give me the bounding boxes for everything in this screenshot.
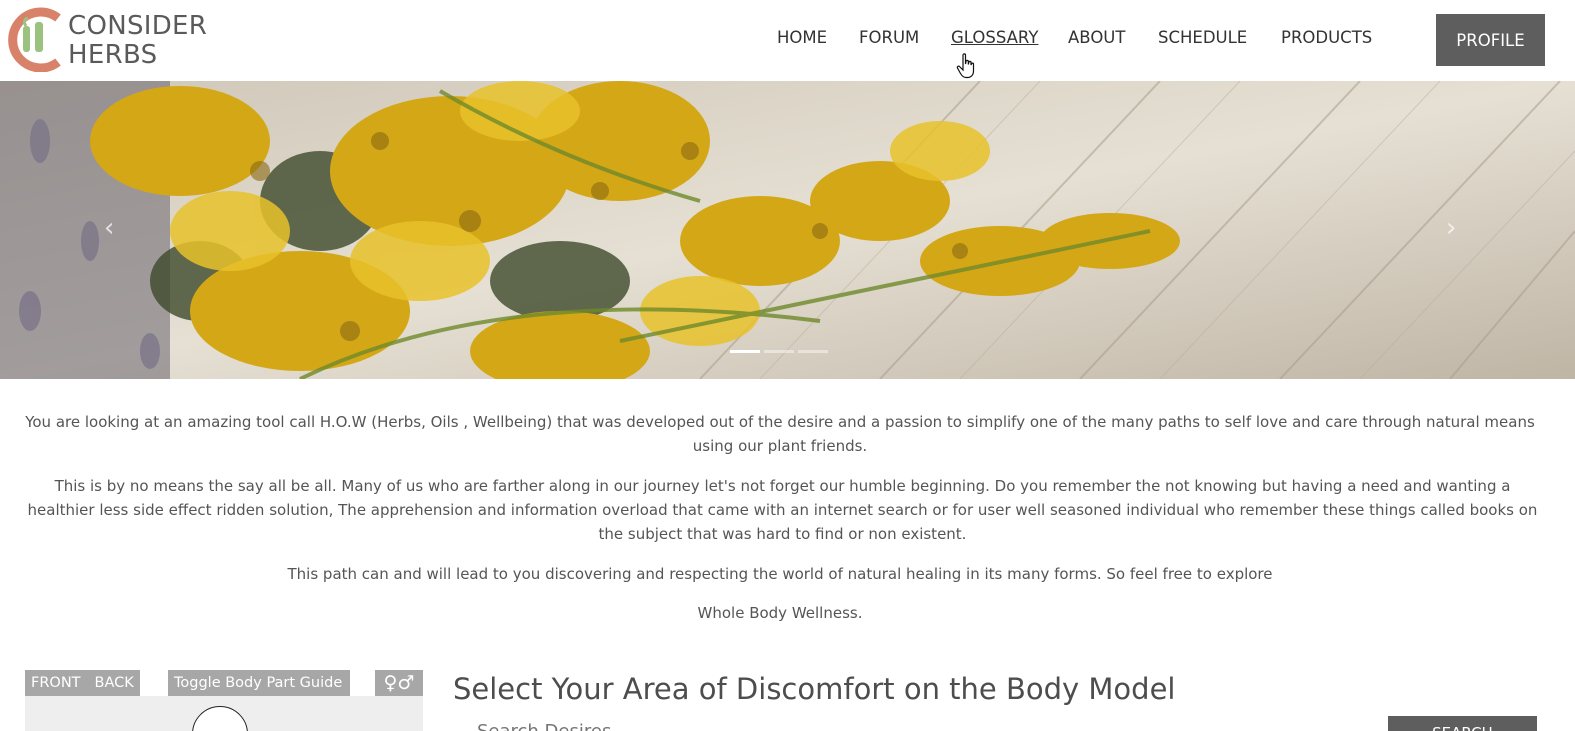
- carousel-next-button[interactable]: ›: [1446, 213, 1456, 243]
- nav-about[interactable]: ABOUT: [1068, 28, 1125, 47]
- profile-button[interactable]: PROFILE: [1436, 14, 1545, 66]
- gender-toggle-icon[interactable]: ♀♂: [375, 670, 423, 696]
- hero-image: [0, 81, 1575, 379]
- nav-forum[interactable]: FORUM: [859, 28, 919, 47]
- nav-schedule[interactable]: SCHEDULE: [1158, 28, 1247, 47]
- site-header: CONSIDER HERBS HOME FORUM GLOSSARY ABOUT…: [0, 0, 1575, 81]
- desires-search-input[interactable]: [453, 716, 1353, 731]
- nav-home[interactable]: HOME: [777, 28, 827, 47]
- intro-paragraph-2: This is by no means the say all be all. …: [27, 477, 1538, 543]
- nav-glossary[interactable]: GLOSSARY: [951, 28, 1038, 47]
- logo-line-1: CONSIDER: [68, 11, 208, 41]
- logo-line-2: HERBS: [68, 40, 158, 70]
- site-logo[interactable]: CONSIDER HERBS: [2, 6, 222, 74]
- carousel-prev-button[interactable]: ‹: [104, 213, 114, 243]
- logo-icon: [8, 7, 61, 72]
- intro-paragraph-3: This path can and will lead to you disco…: [287, 565, 1273, 583]
- front-back-toggle: FRONT BACK: [25, 670, 140, 696]
- hero-carousel[interactable]: ‹ ›: [0, 81, 1575, 379]
- carousel-indicators: [730, 350, 828, 353]
- body-model-panel: FRONT BACK Toggle Body Part Guide ♀♂: [25, 670, 423, 731]
- intro-paragraph-1: You are looking at an amazing tool call …: [25, 413, 1535, 455]
- logo-text: CONSIDER HERBS: [68, 12, 207, 70]
- nav-products[interactable]: PRODUCTS: [1281, 28, 1372, 47]
- body-model-head[interactable]: [192, 706, 248, 731]
- toggle-body-part-guide-button[interactable]: Toggle Body Part Guide: [168, 670, 350, 696]
- carousel-indicator-1[interactable]: [730, 350, 760, 353]
- hand-cursor-icon: [956, 53, 975, 79]
- body-model-canvas[interactable]: [25, 696, 423, 731]
- search-button[interactable]: SEARCH: [1388, 716, 1537, 731]
- carousel-indicator-3[interactable]: [798, 350, 828, 353]
- back-button[interactable]: BACK: [95, 675, 134, 691]
- carousel-indicator-2[interactable]: [764, 350, 794, 353]
- front-button[interactable]: FRONT: [31, 675, 81, 691]
- intro-paragraph-4: Whole Body Wellness.: [697, 604, 863, 622]
- discomfort-title: Select Your Area of Discomfort on the Bo…: [453, 672, 1176, 706]
